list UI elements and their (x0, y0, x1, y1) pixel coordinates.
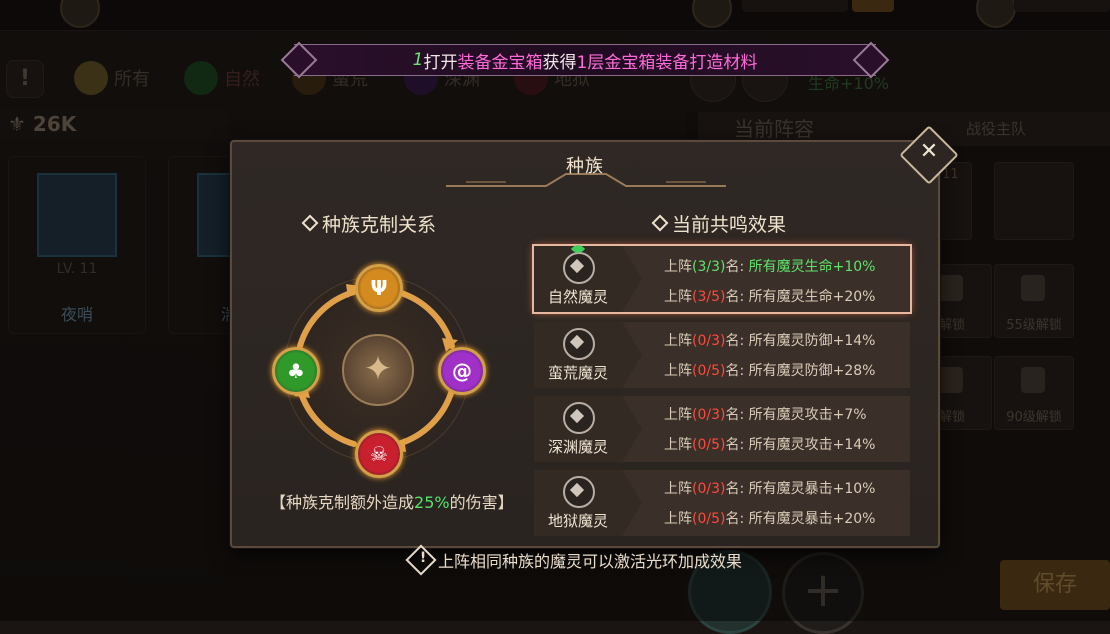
hell-glyph: ☠ (370, 442, 388, 466)
resonance-line: 上阵(0/3)名: 所有魔灵攻击+7% (664, 407, 867, 423)
wild-race-icon: Ψ (355, 264, 403, 312)
race-modal: 种族 ✕ 种族克制关系 当前共鸣效果 ✦ Ψ @ ☠ ♣ 【种族克制额外造成25… (230, 125, 959, 548)
banner-item: 装备金宝箱 (457, 52, 543, 73)
damage-note-suffix: 的伤害】 (449, 493, 514, 512)
banner-reward: 1层金宝箱装备打造材料 (576, 52, 758, 73)
resonance-line: 上阵(3/5)名: 所有魔灵生命+20% (664, 289, 876, 305)
race-name: 自然魔灵 (547, 288, 608, 306)
race-name: 深渊魔灵 (547, 438, 608, 456)
nature-race-icon: ♣ (272, 347, 320, 395)
counter-relation-title: 种族克制关系 (301, 210, 437, 237)
diamond-icon (651, 214, 669, 232)
banner-text-open: 打开 (423, 52, 458, 73)
aura-tip-text: 上阵相同种族的魔灵可以激活光环加成效果 (438, 552, 743, 571)
banner-count: 1 (412, 50, 424, 70)
hell-race-icon: ☠ (355, 430, 403, 478)
phoenix-emblem-icon: ✦ (342, 334, 414, 406)
race-name: 地狱魔灵 (547, 512, 608, 530)
chevron-icon (622, 470, 642, 536)
wild-emblem-icon (563, 328, 595, 360)
resonance-row-abyss: 深渊魔灵 上阵(0/3)名: 所有魔灵攻击+7% 上阵(0/5)名: 所有魔灵攻… (534, 396, 910, 462)
chevron-icon (622, 322, 642, 388)
resonance-line: 上阵(0/3)名: 所有魔灵防御+14% (664, 333, 876, 349)
damage-note-prefix: 【种族克制额外造成 (270, 493, 415, 512)
modal-title: 种族 (566, 156, 604, 177)
abyss-glyph: @ (452, 359, 472, 383)
chevron-icon (622, 396, 642, 462)
resonance-label: 当前共鸣效果 (672, 214, 787, 236)
resonance-line: 上阵(3/3)名: 所有魔灵生命+10% (664, 259, 876, 275)
resonance-row-nature: 自然魔灵 上阵(3/3)名: 所有魔灵生命+10% 上阵(3/5)名: 所有魔灵… (532, 241, 912, 314)
warning-icon: ! (405, 544, 437, 576)
counter-relation-label: 种族克制关系 (322, 214, 437, 236)
resonance-line: 上阵(0/3)名: 所有魔灵暴击+10% (664, 481, 876, 497)
abyss-race-icon: @ (438, 347, 486, 395)
banner-text-get: 获得 (542, 52, 577, 73)
chest-reward-banner: 1 打开 装备金宝箱 获得 1层金宝箱装备打造材料 (294, 44, 876, 76)
nature-glyph: ♣ (287, 359, 305, 383)
resonance-line: 上阵(0/5)名: 所有魔灵防御+28% (664, 363, 876, 379)
close-icon: ✕ (919, 139, 939, 165)
resonance-row-wild: 蛮荒魔灵 上阵(0/3)名: 所有魔灵防御+14% 上阵(0/5)名: 所有魔灵… (534, 322, 910, 388)
resonance-title: 当前共鸣效果 (651, 210, 787, 237)
nature-emblem-icon (563, 241, 595, 284)
resonance-line: 上阵(0/5)名: 所有魔灵暴击+20% (664, 511, 876, 527)
resonance-row-hell: 地狱魔灵 上阵(0/3)名: 所有魔灵暴击+10% 上阵(0/5)名: 所有魔灵… (534, 470, 910, 536)
resonance-line: 上阵(0/5)名: 所有魔灵攻击+14% (664, 437, 876, 453)
hell-emblem-icon (563, 476, 595, 508)
abyss-emblem-icon (563, 402, 595, 434)
diamond-icon (301, 214, 319, 232)
damage-note-percent: 25% (414, 493, 450, 512)
aura-tip: ! 上阵相同种族的魔灵可以激活光环加成效果 (405, 544, 743, 576)
chevron-icon (622, 246, 642, 312)
counter-damage-note: 【种族克制额外造成25%的伤害】 (270, 490, 516, 516)
race-counter-wheel: ✦ Ψ @ ☠ ♣ (264, 256, 488, 480)
wild-glyph: Ψ (370, 276, 388, 300)
race-name: 蛮荒魔灵 (547, 364, 608, 382)
